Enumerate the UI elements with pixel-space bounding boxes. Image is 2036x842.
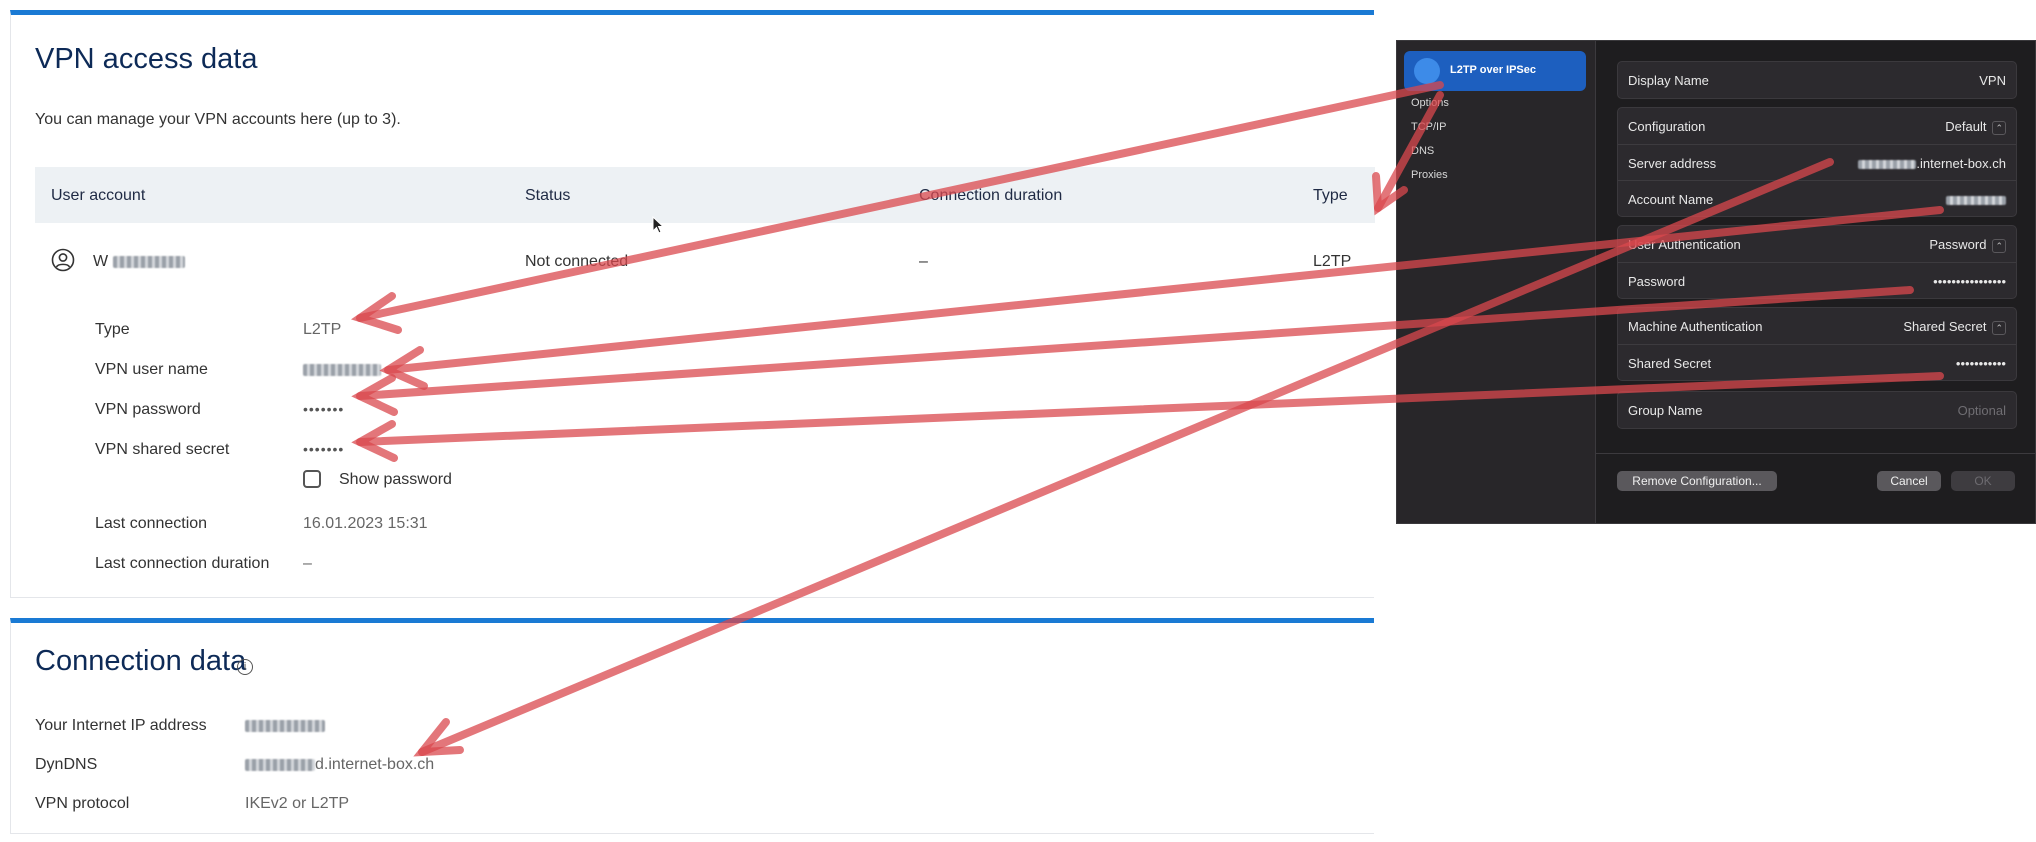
detail-type-value: L2TP (303, 321, 342, 338)
ip-value (245, 717, 325, 735)
sidebar-item-options[interactable]: Options (1411, 97, 1449, 109)
group-name-row[interactable]: Group Name Optional (1618, 392, 2016, 428)
ok-button[interactable]: OK (1951, 471, 2015, 491)
configuration-popup[interactable]: Default (1945, 119, 2006, 135)
show-password-label[interactable]: Show password (339, 471, 452, 489)
vpn-access-card: VPN access data You can manage your VPN … (10, 10, 1375, 598)
group-name-group: Group Name Optional (1617, 391, 2017, 429)
table-header: User account Status Connection duration … (35, 167, 1375, 223)
display-name-row[interactable]: Display Name VPN (1618, 62, 2016, 98)
info-icon[interactable]: i (237, 659, 253, 675)
dyndns-label: DynDNS (35, 756, 98, 773)
shared-secret-row[interactable]: Shared Secret ••••••••••• (1618, 344, 2016, 381)
last-duration-label: Last connection duration (95, 555, 270, 572)
detail-username-value (303, 361, 381, 379)
password-row[interactable]: Password •••••••••••••••• (1618, 262, 2016, 299)
protocol-label: VPN protocol (35, 795, 130, 812)
detail-type-label: Type (95, 321, 130, 338)
detail-secret-label: VPN shared secret (95, 441, 230, 458)
connection-data-title: Connection data (35, 645, 247, 677)
last-duration-value: – (303, 555, 312, 572)
server-address-field[interactable]: .internet-box.ch (1858, 156, 2006, 171)
group-name-field[interactable]: Optional (1958, 403, 2006, 418)
protocol-value: IKEv2 or L2TP (245, 795, 350, 812)
display-name-group: Display Name VPN (1617, 61, 2017, 99)
detail-password-label: VPN password (95, 401, 201, 418)
user-account-icon (51, 248, 75, 272)
row-type: L2TP (1313, 253, 1352, 270)
sidebar-item-tcpip[interactable]: TCP/IP (1411, 121, 1446, 133)
mouse-cursor-icon (652, 216, 664, 234)
sidebar-item-dns[interactable]: DNS (1411, 145, 1434, 157)
dyndns-value: d.internet-box.ch (245, 756, 434, 774)
configuration-row[interactable]: Configuration Default (1618, 108, 2016, 144)
machine-auth-group: Machine Authentication Shared Secret Sha… (1617, 307, 2017, 381)
col-status: Status (525, 187, 571, 204)
shared-secret-field[interactable]: ••••••••••• (1956, 356, 2006, 371)
col-type: Type (1313, 187, 1348, 204)
detail-username-label: VPN user name (95, 361, 208, 378)
machine-auth-popup[interactable]: Shared Secret (1903, 319, 2006, 335)
connection-data-card: Connection data i Your Internet IP addre… (10, 618, 1374, 834)
vpn-access-title: VPN access data (35, 43, 258, 75)
last-connection-value: 16.01.2023 15:31 (303, 515, 428, 532)
footer-divider (1595, 453, 2036, 454)
account-name-field[interactable] (1946, 192, 2006, 207)
user-auth-popup[interactable]: Password (1929, 237, 2006, 253)
show-password-checkbox[interactable] (303, 470, 321, 488)
col-user-account: User account (51, 187, 146, 204)
user-auth-row[interactable]: User Authentication Password (1618, 226, 2016, 262)
col-connection-duration: Connection duration (919, 187, 1063, 204)
server-address-row[interactable]: Server address .internet-box.ch (1618, 144, 2016, 181)
row-duration: – (919, 253, 928, 270)
cancel-button[interactable]: Cancel (1877, 471, 1941, 491)
account-name-row[interactable]: Account Name (1618, 180, 2016, 217)
sidebar-item-proxies[interactable]: Proxies (1411, 169, 1448, 181)
ip-label: Your Internet IP address (35, 717, 207, 734)
password-field[interactable]: •••••••••••••••• (1933, 274, 2006, 289)
remove-configuration-button[interactable]: Remove Configuration... (1617, 471, 1777, 491)
mac-sidebar: L2TP over IPSec Options TCP/IP DNS Proxi… (1397, 41, 1596, 523)
mac-vpn-config-panel: L2TP over IPSec Options TCP/IP DNS Proxi… (1396, 40, 2036, 524)
vpn-description: You can manage your VPN accounts here (u… (35, 111, 401, 128)
row-status: Not connected (525, 253, 629, 270)
user-auth-group: User Authentication Password Password ••… (1617, 225, 2017, 299)
globe-icon (1414, 58, 1440, 84)
last-connection-label: Last connection (95, 515, 208, 532)
display-name-field[interactable]: VPN (1979, 73, 2006, 88)
sidebar-item-l2tp[interactable]: L2TP over IPSec (1404, 51, 1586, 91)
detail-secret-value: ••••••• (303, 441, 345, 457)
user-account-name: W (93, 253, 185, 271)
machine-auth-row[interactable]: Machine Authentication Shared Secret (1618, 308, 2016, 344)
server-group: Configuration Default Server address .in… (1617, 107, 2017, 217)
detail-password-value: ••••••• (303, 401, 345, 417)
